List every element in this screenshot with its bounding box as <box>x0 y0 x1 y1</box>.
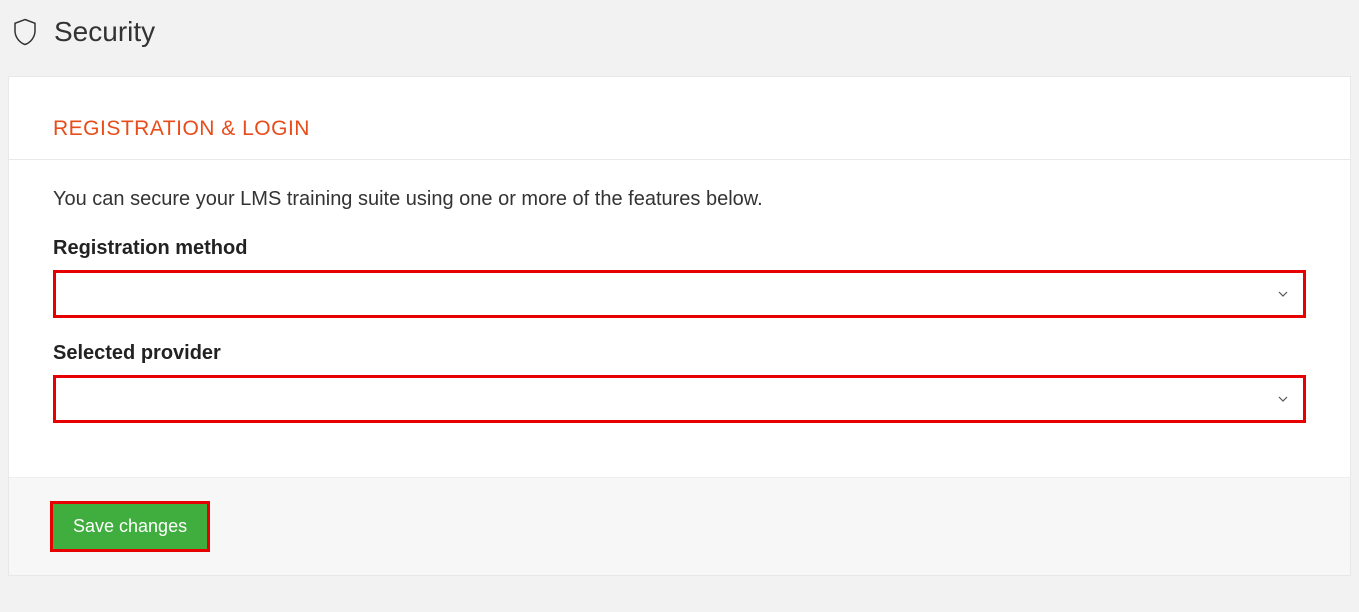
selected-provider-label: Selected provider <box>53 342 1306 365</box>
registration-method-label: Registration method <box>53 237 1306 260</box>
page-title: Security <box>54 16 155 48</box>
settings-panel: REGISTRATION & LOGIN You can secure your… <box>8 76 1351 576</box>
selected-provider-select[interactable] <box>53 375 1306 423</box>
footer-bar: Save changes <box>9 477 1350 575</box>
section-body: You can secure your LMS training suite u… <box>9 160 1350 477</box>
chevron-down-icon <box>1275 286 1291 302</box>
intro-text: You can secure your LMS training suite u… <box>53 188 1306 211</box>
field-registration-method: Registration method <box>53 237 1306 318</box>
field-selected-provider: Selected provider <box>53 342 1306 423</box>
chevron-down-icon <box>1275 391 1291 407</box>
save-changes-button[interactable]: Save changes <box>53 504 207 549</box>
shield-icon <box>10 17 40 47</box>
page-header: Security <box>0 0 1359 66</box>
registration-method-select[interactable] <box>53 270 1306 318</box>
section-heading: REGISTRATION & LOGIN <box>9 77 1350 160</box>
